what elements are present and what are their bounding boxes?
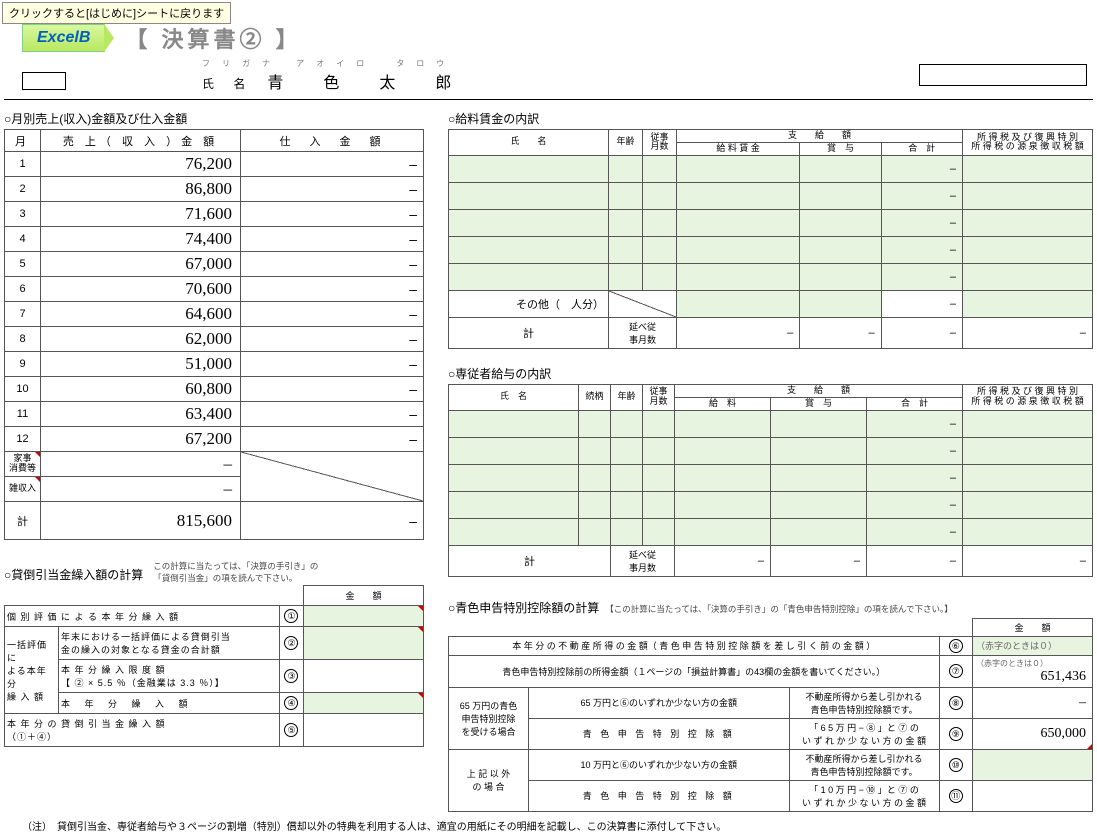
sales-cell: 51,000: [41, 352, 241, 377]
senjusha-table: 氏 名 続柄 年齢 従事 月数 支 給 額 所 得 税 及 び 復 興 特 別 …: [448, 384, 1093, 577]
sec-sen-title: ○専従者給与の内訳: [448, 365, 1093, 382]
col-amt: 金 額: [304, 586, 424, 606]
logo[interactable]: ExcelB: [22, 24, 105, 52]
shiire-cell: –: [241, 402, 424, 427]
wh-paytop: 支 給 額: [677, 130, 963, 143]
shiire-cell: –: [241, 377, 424, 402]
page-title: 【 決算書② 】: [125, 22, 301, 54]
month-cell: 4: [5, 227, 41, 252]
aoiro-table: 金 額 本 年 分 の 不 動 産 所 得 の 金 額（ 青 色 申 告 特 別…: [448, 618, 1093, 812]
sec-aoiro-title: ○青色申告特別控除額の計算: [448, 599, 599, 616]
name-label: 氏 名: [202, 75, 253, 92]
wh-pay2: 賞 与: [800, 142, 881, 155]
ded-r2-2: 本 年 分 繰 入 限 度 額 【 ② × 5.5 ％（金融業は 3.3 ％）】: [59, 660, 280, 693]
shiire-total: –: [241, 502, 424, 540]
col-shiire: 仕 入 金 額: [241, 130, 424, 152]
sales-cell: 60,800: [41, 377, 241, 402]
sales-cell: 76,200: [41, 152, 241, 177]
wh-months: 従事 月数: [643, 130, 677, 156]
ded-r1: 個 別 評 価 に よ る 本 年 分 繰 入 額: [5, 606, 280, 627]
sec-ded-note: この計算に当たっては、「決算の手引き」の 「貸倒引当金」の項を読んで下さい。: [153, 560, 318, 584]
shiire-cell: –: [241, 227, 424, 252]
footer-note: （注） 貸倒引当金、専従者給与や３ページの割増（特別）償却以外の特典を利用する人…: [22, 818, 1093, 833]
month-cell: 12: [5, 427, 41, 452]
shiire-cell: –: [241, 427, 424, 452]
ded-r2-1: 年末における一括評価による貸倒引当 金の繰入の対象となる貸金の合計額: [59, 627, 280, 660]
sales-cell: 70,600: [41, 277, 241, 302]
row-kaji: 家事 消費等: [5, 452, 41, 477]
shiire-cell: –: [241, 352, 424, 377]
furigana: アオイロ タロウ: [296, 59, 456, 68]
wage-table: 氏 名 年齢 従事 月数 支 給 額 所 得 税 及 び 復 興 特 別 所 得…: [448, 129, 1093, 349]
row-total-label: 計: [5, 502, 41, 540]
cell: –: [41, 477, 241, 502]
sec-aoiro-note: 【この計算に当たっては、「決算の手引き」の「青色申告特別控除」の項を読んで下さい…: [605, 603, 953, 615]
shiire-cell: –: [241, 277, 424, 302]
deduction-table: 金 額 個 別 評 価 に よ る 本 年 分 繰 入 額① 一括評価による本年…: [4, 585, 424, 747]
sales-cell: 74,400: [41, 227, 241, 252]
small-box: [22, 72, 66, 90]
shiire-cell: –: [241, 177, 424, 202]
shiire-cell: –: [241, 202, 424, 227]
sales-cell: 64,600: [41, 302, 241, 327]
sales-cell: 67,200: [41, 427, 241, 452]
shiire-cell: –: [241, 152, 424, 177]
ded-r2-3: 本 年 分 繰 入 額: [59, 693, 280, 714]
month-cell: 11: [5, 402, 41, 427]
ded-r3: 本 年 分 の 貸 倒 引 当 金 繰 入 額 （①＋④）: [5, 714, 280, 747]
wh-pay3: 合 計: [881, 142, 962, 155]
sales-cell: 67,000: [41, 252, 241, 277]
furigana-label: フリガナ: [202, 59, 282, 68]
month-cell: 1: [5, 152, 41, 177]
sec-wage-title: ○給料賃金の内訳: [448, 110, 1093, 127]
sales-total: 815,600: [41, 502, 241, 540]
stamp-box: [919, 64, 1087, 86]
month-cell: 9: [5, 352, 41, 377]
ded-r2-head: 一括評価による本年分繰 入 額: [5, 627, 59, 714]
monthly-sales-table: 月 売 上（ 収 入 ）金 額 仕 入 金 額 176,200–286,800–…: [4, 129, 424, 540]
shiire-cell: –: [241, 302, 424, 327]
name-value: 青 色 太 郎: [267, 69, 463, 93]
month-cell: 7: [5, 302, 41, 327]
wh-name: 氏 名: [449, 130, 609, 156]
sec-sales-title: ○月別売上(収入)金額及び仕入金額: [4, 110, 424, 127]
sales-cell: 86,800: [41, 177, 241, 202]
col-sales: 売 上（ 収 入 ）金 額: [41, 130, 241, 152]
month-cell: 8: [5, 327, 41, 352]
month-cell: 6: [5, 277, 41, 302]
month-cell: 2: [5, 177, 41, 202]
col-month: 月: [5, 130, 41, 152]
month-cell: 10: [5, 377, 41, 402]
sales-cell: 71,600: [41, 202, 241, 227]
month-cell: 5: [5, 252, 41, 277]
row-zatsu: 雑収入: [5, 477, 41, 502]
month-cell: 3: [5, 202, 41, 227]
sec-ded-title: ○貸倒引当金繰入額の計算: [4, 566, 143, 583]
wh-age: 年齢: [609, 130, 643, 156]
cell: –: [41, 452, 241, 477]
diag-cell: [241, 452, 424, 502]
sales-cell: 63,400: [41, 402, 241, 427]
shiire-cell: –: [241, 327, 424, 352]
shiire-cell: –: [241, 252, 424, 277]
sales-cell: 62,000: [41, 327, 241, 352]
wh-tax: 所 得 税 及 び 復 興 特 別 所 得 税 の 源 泉 徴 収 税 額: [963, 130, 1093, 156]
wh-pay1: 給 料 賃 金: [677, 142, 800, 155]
